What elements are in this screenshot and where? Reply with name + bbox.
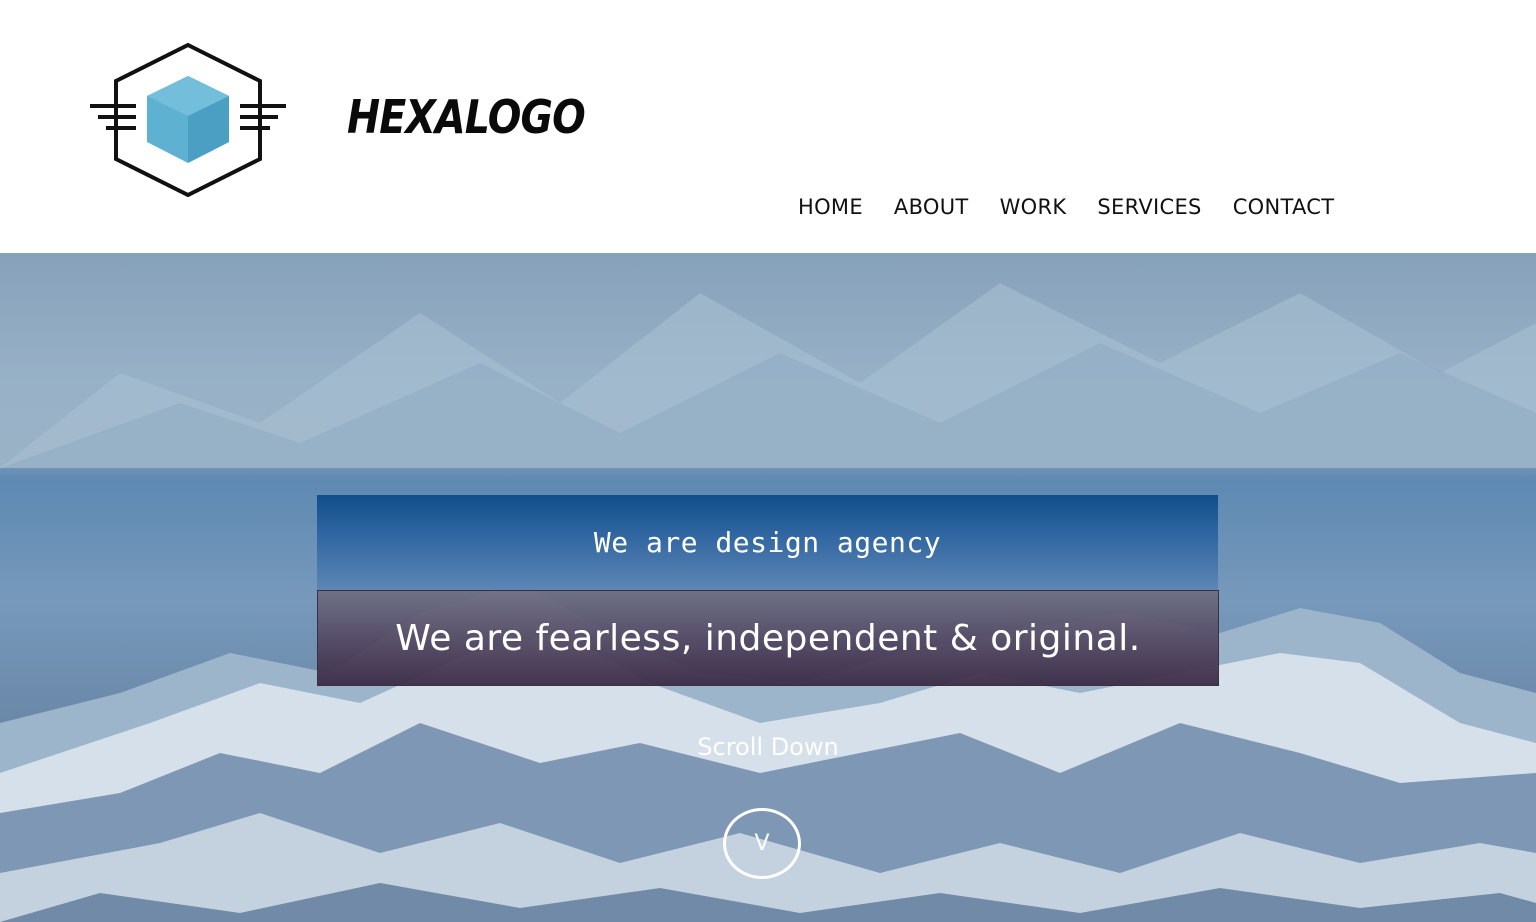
nav-item-contact[interactable]: CONTACT — [1233, 195, 1335, 219]
nav-item-work[interactable]: WORK — [1000, 195, 1067, 219]
nav-item-services[interactable]: SERVICES — [1097, 195, 1201, 219]
hero-section: We are design agency We are fearless, in… — [0, 253, 1536, 922]
tagline-banner: We are design agency — [317, 495, 1218, 590]
main-nav: HOME ABOUT WORK SERVICES CONTACT — [798, 195, 1334, 219]
scroll-down-label[interactable]: Scroll Down — [0, 733, 1536, 761]
scroll-down-button[interactable]: V — [723, 808, 801, 879]
headline-banner: We are fearless, independent & original. — [317, 590, 1219, 686]
nav-item-about[interactable]: ABOUT — [894, 195, 969, 219]
hexagon-cube-logo-icon[interactable] — [88, 42, 288, 198]
headline-text: We are fearless, independent & original. — [395, 617, 1141, 659]
nav-item-home[interactable]: HOME — [798, 195, 863, 219]
tagline-text: We are design agency — [593, 526, 942, 559]
chevron-down-icon: V — [754, 831, 770, 856]
brand-name[interactable]: HEXALOGO — [347, 90, 586, 144]
site-header: HEXALOGO HOME ABOUT WORK SERVICES CONTAC… — [0, 0, 1536, 253]
